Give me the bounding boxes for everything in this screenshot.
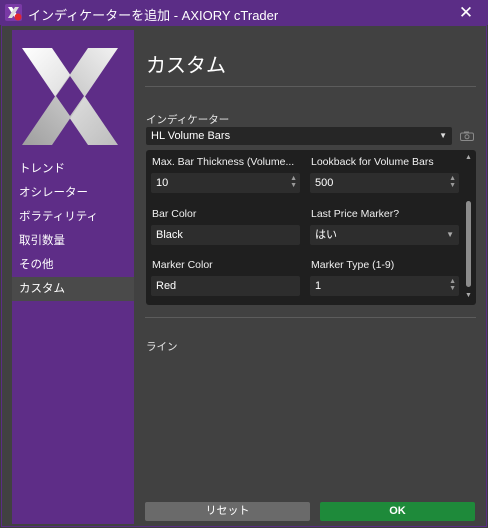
param-field-lookback[interactable]: 500 ▲ ▼: [310, 173, 459, 193]
line-section-label: ライン: [146, 341, 178, 353]
param-value-marker-type: 1: [315, 280, 322, 292]
param-label-last-price-marker: Last Price Marker?: [311, 208, 400, 220]
ok-button[interactable]: OK: [320, 502, 475, 521]
param-field-marker-type[interactable]: 1 ▲ ▼: [310, 276, 459, 296]
param-value-last-price-marker: はい: [315, 229, 337, 241]
sidebar-item-trend[interactable]: トレンド: [12, 157, 134, 181]
stepper-arrows-icon[interactable]: ▲ ▼: [290, 175, 297, 189]
param-field-bar-thickness[interactable]: 10 ▲ ▼: [151, 173, 300, 193]
stepper-arrows-icon[interactable]: ▲ ▼: [449, 175, 456, 189]
sidebar: トレンド オシレーター ボラティリティ 取引数量 その他 カスタム: [12, 30, 134, 524]
camera-icon: [460, 131, 474, 141]
scroll-up-icon[interactable]: ▲: [465, 154, 472, 161]
param-label-bar-thickness: Max. Bar Thickness (Volume...: [152, 156, 295, 168]
param-select-last-price-marker[interactable]: はい ▼: [310, 225, 459, 245]
divider: [145, 317, 476, 318]
param-value-lookback: 500: [315, 177, 334, 189]
sidebar-item-volatility[interactable]: ボラティリティ: [12, 205, 134, 229]
param-label-marker-type: Marker Type (1-9): [311, 259, 395, 271]
scrollbar-thumb[interactable]: [466, 201, 471, 287]
reset-button[interactable]: リセット: [145, 502, 310, 521]
param-field-marker-color[interactable]: Red: [151, 276, 300, 296]
divider: [145, 86, 476, 87]
sidebar-item-other[interactable]: その他: [12, 253, 134, 277]
screenshot-button[interactable]: [458, 127, 476, 145]
add-indicator-dialog: トレンド オシレーター ボラティリティ 取引数量 その他 カスタム カスタム イ…: [1, 25, 487, 527]
indicator-label: インディケーター: [146, 114, 230, 126]
window-title: インディケーターを追加 - AXIORY cTrader: [28, 8, 279, 23]
category-nav: トレンド オシレーター ボラティリティ 取引数量 その他 カスタム: [12, 157, 134, 301]
chevron-down-icon: ▼: [439, 131, 447, 140]
indicator-select[interactable]: HL Volume Bars ▼: [146, 127, 452, 145]
indicator-select-value: HL Volume Bars: [151, 130, 231, 142]
sidebar-item-oscillator[interactable]: オシレーター: [12, 181, 134, 205]
param-label-lookback: Lookback for Volume Bars: [311, 156, 434, 168]
close-icon: ✕: [458, 2, 474, 22]
param-value-bar-thickness: 10: [156, 177, 169, 189]
param-label-marker-color: Marker Color: [152, 259, 213, 271]
sidebar-item-volume[interactable]: 取引数量: [12, 229, 134, 253]
close-button[interactable]: ✕: [444, 0, 488, 25]
param-value-bar-color: Black: [156, 229, 183, 241]
scroll-down-icon[interactable]: ▼: [465, 292, 472, 299]
title-bar: インディケーターを追加 - AXIORY cTrader ✕: [0, 0, 488, 25]
param-field-bar-color[interactable]: Black: [151, 225, 300, 245]
param-label-bar-color: Bar Color: [152, 208, 197, 220]
stepper-arrows-icon[interactable]: ▲ ▼: [449, 278, 456, 292]
ctrader-logo: [22, 48, 118, 145]
parameters-panel: Max. Bar Thickness (Volume... 10 ▲ ▼ Look…: [146, 150, 476, 305]
sidebar-item-custom[interactable]: カスタム: [12, 277, 134, 301]
ctrader-app-icon: [5, 4, 22, 21]
param-value-marker-color: Red: [156, 280, 177, 292]
parameters-scrollbar[interactable]: ▲ ▼: [465, 154, 473, 301]
chevron-down-icon: ▼: [446, 230, 454, 239]
page-title: カスタム: [146, 55, 226, 77]
